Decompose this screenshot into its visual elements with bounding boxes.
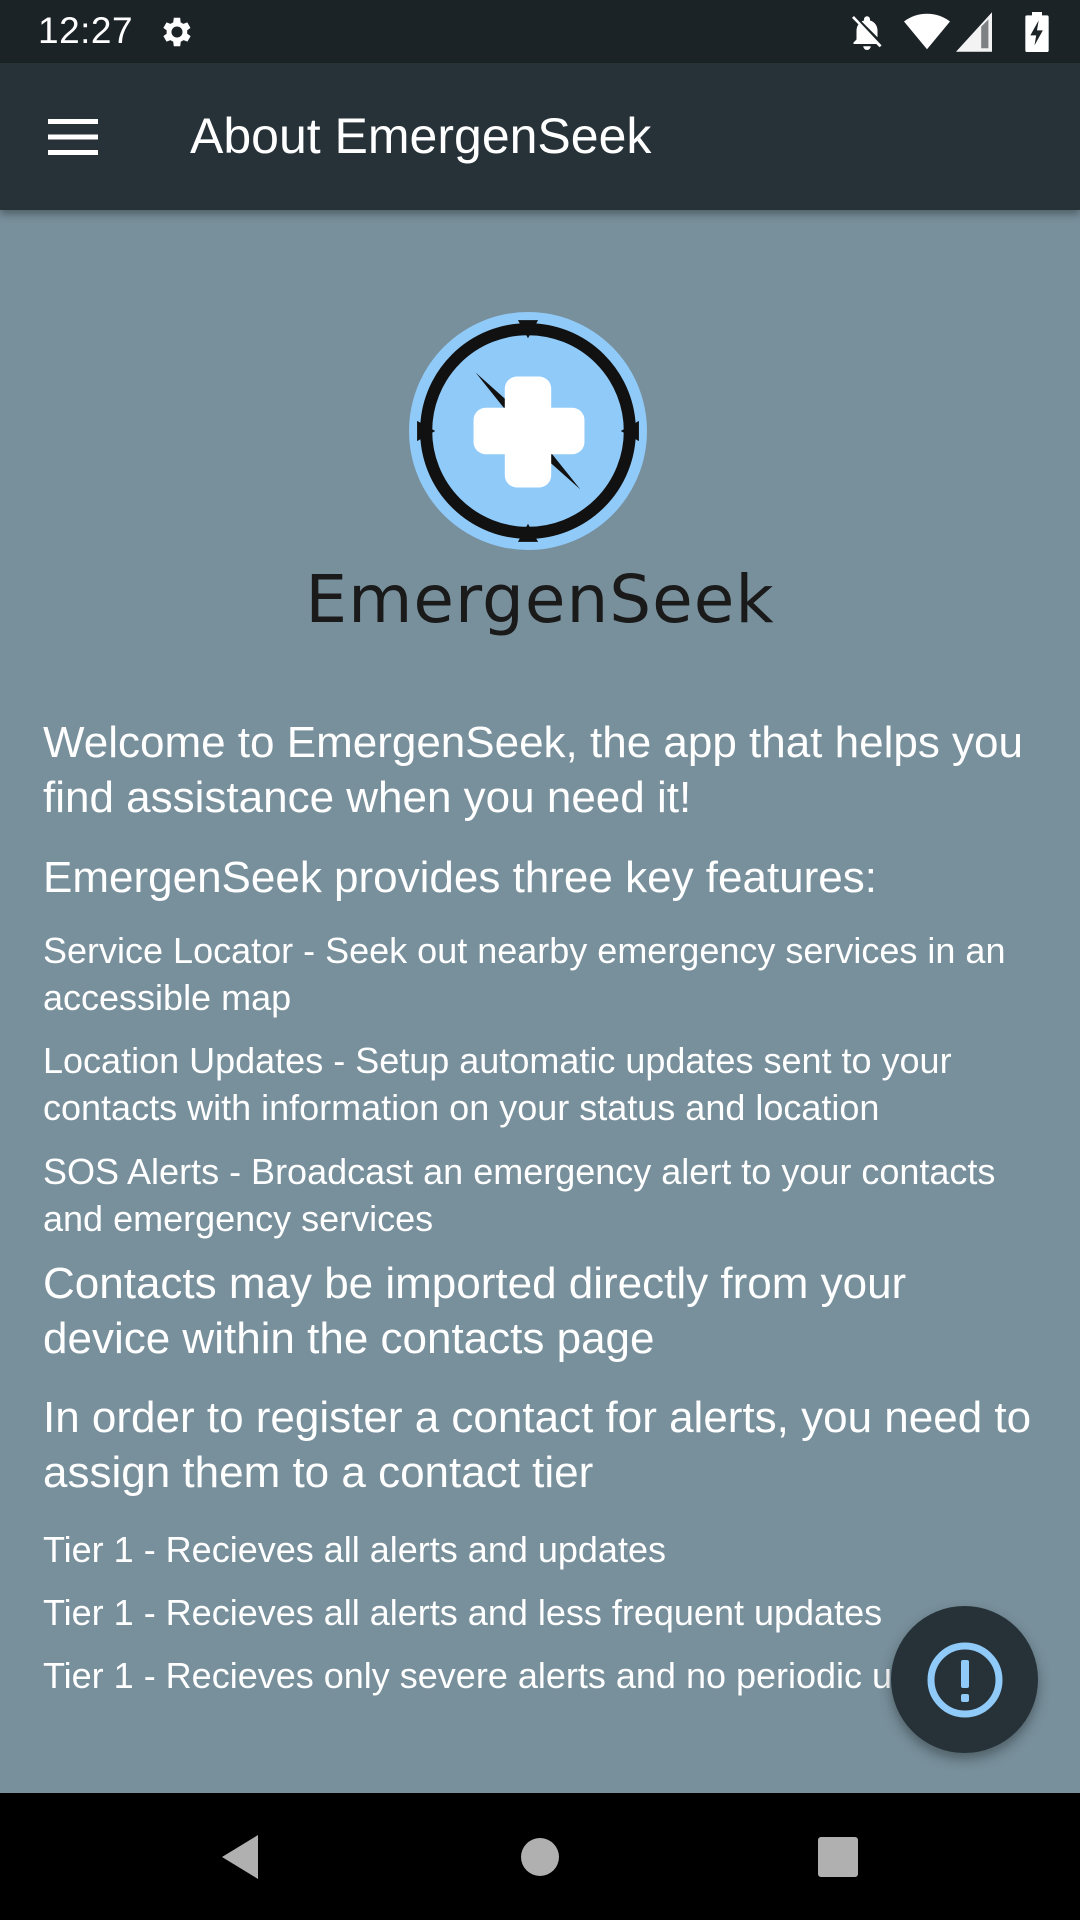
nav-back-button[interactable] (210, 1827, 270, 1887)
hamburger-menu-icon (48, 119, 98, 155)
system-nav-bar (0, 1793, 1080, 1920)
gear-icon (163, 17, 191, 47)
contacts-info-text: Contacts may be imported directly from y… (43, 1259, 907, 1363)
app-bar: About EmergenSeek (0, 63, 1080, 210)
menu-button[interactable] (28, 94, 118, 180)
tier-item: Tier 1 - Recieves all alerts and less fr… (43, 1592, 883, 1633)
tier-item: Tier 1 - Recieves all alerts and updates (43, 1529, 666, 1570)
nav-recents-button[interactable] (808, 1827, 868, 1887)
alert-exclamation-icon (927, 1642, 1002, 1717)
battery-charging-icon (1025, 12, 1049, 52)
features-heading: EmergenSeek provides three key features: (43, 853, 878, 902)
welcome-text: Welcome to EmergenSeek, the app that hel… (43, 718, 1023, 822)
sos-alert-fab[interactable] (891, 1606, 1038, 1753)
recents-icon (818, 1837, 858, 1877)
tier-info-text: In order to register a contact for alert… (43, 1393, 1032, 1497)
status-time: 12:27 (38, 10, 134, 51)
emergenseek-logo-icon (409, 312, 647, 550)
feature-service-locator: Service Locator - Seek out nearby emerge… (43, 930, 1006, 1018)
notifications-off-icon (852, 15, 882, 50)
back-icon (222, 1835, 258, 1879)
cell-signal-icon (956, 12, 992, 52)
logo-wordmark: EmergenSeek (305, 561, 775, 638)
page-title: About EmergenSeek (190, 108, 652, 164)
home-icon (521, 1838, 559, 1876)
feature-sos-alerts: SOS Alerts - Broadcast an emergency aler… (43, 1151, 996, 1239)
feature-location-updates: Location Updates - Setup automatic updat… (43, 1040, 952, 1128)
wifi-icon (904, 13, 950, 50)
nav-home-button[interactable] (510, 1827, 570, 1887)
about-content[interactable]: EmergenSeek Welcome to EmergenSeek, the … (0, 210, 1080, 1793)
status-bar: 12:27 (0, 0, 1080, 63)
